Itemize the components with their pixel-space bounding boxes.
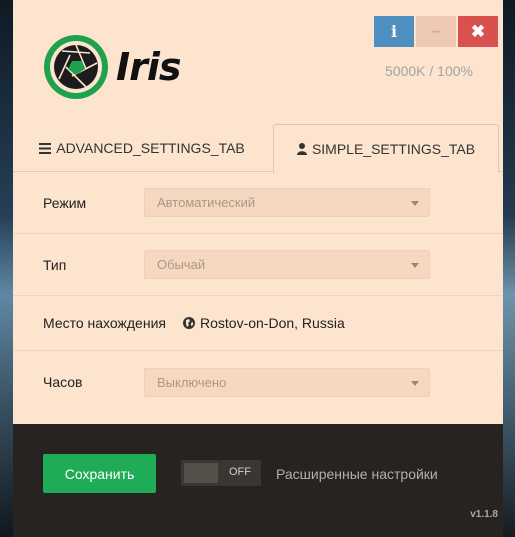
clock-row: Часов Выключено [13,351,503,413]
tab-simple-label: SIMPLE_SETTINGS_TAB [311,140,476,157]
toggle-state: OFF [229,466,251,478]
advanced-settings-toggle[interactable]: OFF [181,460,261,486]
type-row: Тип Обычай [13,234,503,296]
close-button[interactable]: ✖ [458,16,498,47]
chevron-down-icon [411,263,419,268]
location-row: Место нахождения Rostov-on-Don, Russia [13,296,503,351]
desktop-background-left [0,0,13,537]
user-icon [296,142,307,155]
save-button[interactable]: Сохранить [43,454,156,493]
location-value-link[interactable]: Rostov-on-Don, Russia [183,315,345,331]
footer-bar: Сохранить OFF Расширенные настройки v1.1… [13,424,503,537]
toggle-knob [184,463,218,483]
advanced-settings-label: Расширенные настройки [276,466,438,482]
clock-label: Часов [43,374,83,390]
settings-tabs: ADVANCED_SETTINGS_TAB SIMPLE_SETTINGS_TA… [13,124,503,173]
window-controls: i – ✖ [372,16,498,47]
iris-aperture-icon [44,35,108,99]
globe-icon [183,317,195,329]
chevron-down-icon [411,201,419,206]
window-header: Iris i – ✖ 5000K / 100% [13,0,503,124]
temperature-brightness-status: 5000K / 100% [385,63,473,79]
minimize-button[interactable]: – [416,16,456,47]
version-label: v1.1.8 [470,509,498,520]
info-button[interactable]: i [374,16,414,47]
info-icon: i [390,22,398,41]
type-label: Тип [43,256,67,273]
mode-select[interactable]: Автоматический [144,188,430,217]
mode-value: Автоматический [157,195,256,210]
desktop-background-right [503,0,515,537]
iris-window: Iris i – ✖ 5000K / 100% ADVANCED_SETTING… [13,0,503,537]
app-logo: Iris [42,33,182,101]
tab-simple-settings[interactable]: SIMPLE_SETTINGS_TAB [273,124,499,173]
type-value: Обычай [157,257,206,272]
chevron-down-icon [411,380,419,386]
type-select[interactable]: Обычай [144,250,430,279]
mode-label: Режим [43,194,87,211]
minimize-icon: – [431,22,441,40]
tab-advanced-settings[interactable]: ADVANCED_SETTINGS_TAB [13,124,271,172]
clock-value: Выключено [157,374,227,390]
location-label: Место нахождения [43,315,166,331]
menu-icon [39,142,52,154]
tab-advanced-label: ADVANCED_SETTINGS_TAB [56,140,245,156]
app-name: Iris [116,45,182,89]
mode-row: Режим Автоматический [13,172,503,234]
location-value: Rostov-on-Don, Russia [200,315,345,331]
clock-select[interactable]: Выключено [144,367,430,397]
close-icon: ✖ [470,21,486,41]
